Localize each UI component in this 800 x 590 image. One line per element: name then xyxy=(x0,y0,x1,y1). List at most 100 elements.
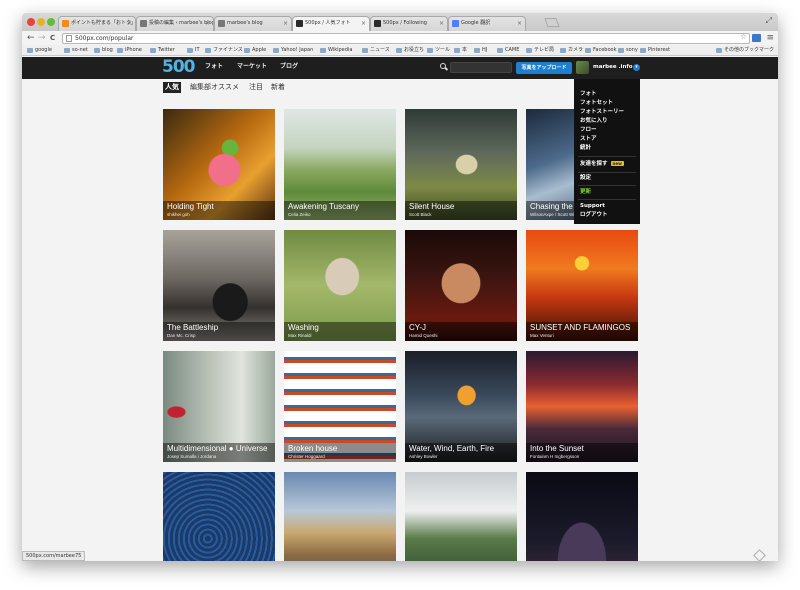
photo-title[interactable]: Broken house xyxy=(288,444,392,454)
photo-title[interactable]: Into the Sunset xyxy=(530,444,634,454)
photo-author[interactable]: Ashley Bowler xyxy=(409,454,513,460)
photo-author[interactable]: Max Venturi xyxy=(530,333,634,339)
photo-author[interactable]: Hamid Queshi xyxy=(409,333,513,339)
tab-close-icon[interactable]: × xyxy=(439,17,444,30)
menu-item-favorites[interactable]: お気に入り xyxy=(580,118,608,125)
upload-photo-button[interactable]: 写真をアップロード xyxy=(516,62,572,74)
photo-tile[interactable]: Silent House Scott Black xyxy=(405,109,517,220)
user-menu-toggle[interactable]: marbee .info ▾ xyxy=(574,59,642,77)
bookmark-item[interactable]: blog xyxy=(94,46,113,55)
tab-editors-choice[interactable]: 編集部オススメ xyxy=(190,82,239,93)
photo-title[interactable]: Awakening Tuscany xyxy=(288,202,392,212)
photo-tile[interactable] xyxy=(405,472,517,561)
bookmark-item[interactable]: Facebook xyxy=(585,46,617,55)
browser-tab[interactable]: Google 翻訳 × xyxy=(448,16,526,31)
bookmark-item[interactable]: HJ xyxy=(474,46,487,55)
bookmark-item[interactable]: IT xyxy=(187,46,200,55)
fullscreen-icon[interactable]: ⤢ xyxy=(766,16,772,26)
tab-upcoming[interactable]: 注目 xyxy=(249,82,263,93)
tab-close-icon[interactable]: × xyxy=(205,17,210,30)
photo-tile[interactable] xyxy=(526,472,638,561)
photo-title[interactable]: Multidimensional ● Universe xyxy=(167,444,271,454)
photo-tile[interactable] xyxy=(163,472,275,561)
browser-tab[interactable]: ポイントも貯まる「おトク」 × xyxy=(58,16,136,31)
photo-title[interactable]: The Battleship xyxy=(167,323,271,333)
photo-title[interactable]: Water, Wind, Earth, Fire xyxy=(409,444,513,454)
photo-tile[interactable]: The Battleship Dan Mc. Crisp xyxy=(163,230,275,341)
tab-fresh[interactable]: 新着 xyxy=(271,82,285,93)
site-logo[interactable]: 500 xyxy=(162,58,195,77)
photo-author[interactable]: Dan Mc. Crisp xyxy=(167,333,271,339)
close-window-button[interactable] xyxy=(27,18,35,26)
minimize-window-button[interactable] xyxy=(37,18,45,26)
photo-tile[interactable]: Broken house Christer Hoggaard xyxy=(284,351,396,462)
menu-item-find-friends[interactable]: 友達を探す new xyxy=(580,161,624,168)
forward-icon[interactable]: → xyxy=(38,32,46,44)
menu-item-flow[interactable]: フロー xyxy=(580,127,597,134)
bookmark-item[interactable]: Wikipedia xyxy=(320,46,352,55)
photo-author[interactable]: shikhei goh xyxy=(167,212,271,218)
photo-author[interactable]: Fontainm H Ingbergsson xyxy=(530,454,634,460)
photo-tile[interactable]: Holding Tight shikhei goh xyxy=(163,109,275,220)
menu-item-upgrade[interactable]: 更新 xyxy=(580,189,591,196)
bookmark-item[interactable]: Apple xyxy=(244,46,266,55)
browser-tab[interactable]: 500px / Following × xyxy=(370,16,448,31)
menu-item-store[interactable]: ストア xyxy=(580,136,597,143)
photo-tile[interactable]: Multidimensional ● Universe Josep Sumalla… xyxy=(163,351,275,462)
menu-item-photos[interactable]: フォト xyxy=(580,91,597,98)
bookmark-item[interactable]: sony xyxy=(618,46,638,55)
photo-author[interactable]: Scott Black xyxy=(409,212,513,218)
bookmark-item[interactable]: カメラ xyxy=(560,46,583,55)
tab-close-icon[interactable]: × xyxy=(283,17,288,30)
address-bar[interactable]: 500px.com/popular xyxy=(62,33,750,44)
photo-tile[interactable]: Awakening Tuscany Celia Zeiko xyxy=(284,109,396,220)
menu-item-logout[interactable]: ログアウト xyxy=(580,212,608,219)
photo-tile[interactable]: SUNSET AND FLAMINGOS Max Venturi xyxy=(526,230,638,341)
photo-author[interactable]: Josep Sumalla i Jordana xyxy=(167,454,271,460)
menu-item-photosets[interactable]: フォトセット xyxy=(580,100,613,107)
bookmark-star-icon[interactable]: ☆ xyxy=(740,32,747,41)
back-icon[interactable]: ← xyxy=(27,32,35,44)
zoom-window-button[interactable] xyxy=(47,18,55,26)
bookmark-item[interactable]: テレビ局 xyxy=(526,46,554,55)
photo-title[interactable]: CY-J xyxy=(409,323,513,333)
menu-item-stats[interactable]: 統計 xyxy=(580,145,591,152)
bookmark-item[interactable]: ニュース xyxy=(362,46,390,55)
tab-close-icon[interactable]: × xyxy=(517,17,522,30)
reload-icon[interactable]: C xyxy=(50,32,55,44)
other-bookmarks[interactable]: その他のブックマーク xyxy=(715,46,774,55)
bookmark-item[interactable]: google xyxy=(27,46,52,55)
photo-tile[interactable]: CY-J Hamid Queshi xyxy=(405,230,517,341)
browser-tab[interactable]: 500px / 人気フォト × xyxy=(292,16,370,31)
bookmark-item[interactable]: Yahoo! Japan xyxy=(273,46,313,55)
photo-tile[interactable]: Into the Sunset Fontainm H Ingbergsson xyxy=(526,351,638,462)
photo-author[interactable]: Christer Hoggaard xyxy=(288,454,392,460)
tab-close-icon[interactable]: × xyxy=(361,17,366,30)
photo-title[interactable]: Silent House xyxy=(409,202,513,212)
bookmark-item[interactable]: お役立ち xyxy=(396,46,424,55)
photo-title[interactable]: Washing xyxy=(288,323,392,333)
search-input[interactable] xyxy=(450,62,512,73)
photo-author[interactable]: Max Rinaldi xyxy=(288,333,392,339)
bookmark-item[interactable]: Twitter xyxy=(150,46,175,55)
menu-item-support[interactable]: Support xyxy=(580,203,605,210)
photo-title[interactable]: SUNSET AND FLAMINGOS xyxy=(530,323,634,333)
search-icon[interactable] xyxy=(440,63,446,69)
extension-icon[interactable] xyxy=(752,34,761,42)
menu-item-settings[interactable]: 設定 xyxy=(580,175,591,182)
bookmark-item[interactable]: ツール xyxy=(427,46,450,55)
nav-blog[interactable]: ブログ xyxy=(280,62,298,72)
photo-tile[interactable]: Water, Wind, Earth, Fire Ashley Bowler xyxy=(405,351,517,462)
bookmark-item[interactable]: Pinterest xyxy=(640,46,670,55)
tab-close-icon[interactable]: × xyxy=(127,17,132,30)
chrome-menu-icon[interactable]: ≡ xyxy=(766,32,774,44)
nav-market[interactable]: マーケット xyxy=(237,62,267,72)
browser-tab[interactable]: marbee's blog × xyxy=(214,16,292,31)
photo-tile[interactable]: Washing Max Rinaldi xyxy=(284,230,396,341)
menu-item-stories[interactable]: フォトストーリー xyxy=(580,109,624,116)
new-tab-button[interactable] xyxy=(544,18,560,27)
bookmark-item[interactable]: CAME xyxy=(497,46,519,55)
nav-photos[interactable]: フォト xyxy=(205,62,223,72)
bookmark-item[interactable]: 本 xyxy=(454,46,467,55)
photo-tile[interactable] xyxy=(284,472,396,561)
